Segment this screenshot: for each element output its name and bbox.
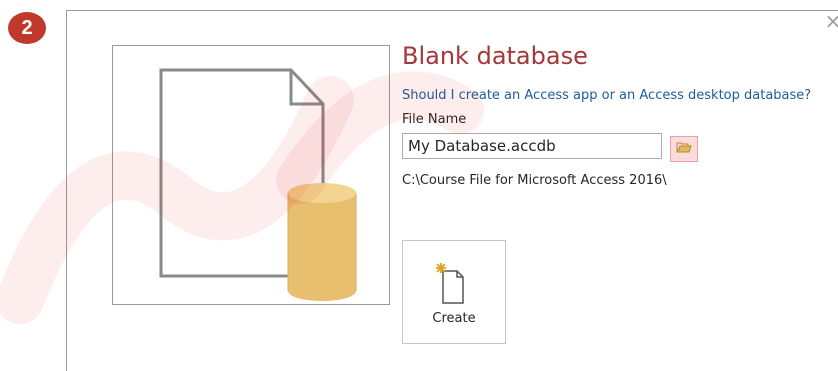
create-label: Create <box>432 311 476 326</box>
file-name-input[interactable] <box>402 133 662 159</box>
dialog-title: Blank database <box>402 42 588 70</box>
blank-database-illustration <box>159 68 357 301</box>
step-badge: 2 <box>8 12 46 44</box>
file-name-label: File Name <box>402 112 467 127</box>
blank-database-dialog: × Blank database Should I create an Acce… <box>66 10 838 371</box>
browse-button[interactable] <box>670 136 698 162</box>
close-icon[interactable]: × <box>823 11 838 31</box>
folder-open-icon <box>676 140 692 159</box>
help-link[interactable]: Should I create an Access app or an Acce… <box>402 88 811 103</box>
database-preview <box>112 45 390 305</box>
file-path: C:\Course File for Microsoft Access 2016… <box>402 173 667 188</box>
create-button[interactable]: Create <box>402 240 506 344</box>
new-document-icon <box>436 263 464 304</box>
